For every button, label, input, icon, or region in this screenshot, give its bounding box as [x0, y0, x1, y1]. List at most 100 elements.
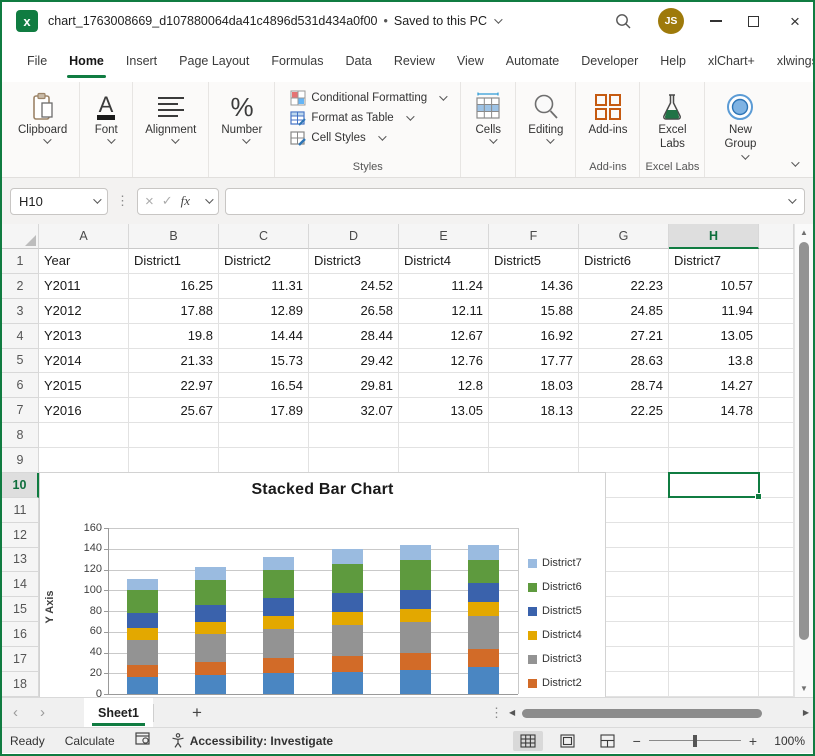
sheet-tab-active[interactable]: Sheet1	[84, 698, 153, 727]
cell-partial[interactable]	[759, 398, 794, 423]
tab-xlwings[interactable]: xlwings	[766, 40, 815, 82]
saved-status[interactable]: Saved to this PC	[394, 14, 487, 28]
cell[interactable]: 14.36	[489, 274, 579, 299]
row-header-6[interactable]: 6	[2, 373, 39, 398]
bar-segment-District3[interactable]	[400, 622, 431, 653]
cell[interactable]	[129, 448, 219, 473]
chart-y-axis-label[interactable]: Y Axis	[44, 542, 56, 672]
cell[interactable]	[669, 622, 759, 647]
cell-partial[interactable]	[759, 473, 794, 498]
cell-partial[interactable]	[759, 448, 794, 473]
row-header-7[interactable]: 7	[2, 398, 39, 423]
cell[interactable]: District7	[669, 249, 759, 274]
cell[interactable]	[39, 423, 129, 448]
cell[interactable]: 18.13	[489, 398, 579, 423]
cell[interactable]: 28.63	[579, 349, 669, 374]
bar-segment-District4[interactable]	[468, 602, 499, 616]
bar-segment-District6[interactable]	[195, 580, 226, 606]
cell[interactable]: 16.92	[489, 324, 579, 349]
cell[interactable]: 28.74	[579, 373, 669, 398]
expand-formula-bar-icon[interactable]	[788, 195, 796, 203]
cell[interactable]: 12.8	[399, 373, 489, 398]
cell[interactable]: 11.94	[669, 299, 759, 324]
zoom-slider-thumb[interactable]	[693, 735, 697, 747]
zoom-out-icon[interactable]: −	[633, 733, 641, 749]
bar-segment-District5[interactable]	[263, 598, 294, 616]
zoom-in-icon[interactable]: +	[749, 733, 757, 749]
cell[interactable]: 15.88	[489, 299, 579, 324]
cell[interactable]	[489, 448, 579, 473]
cell-partial[interactable]	[759, 523, 794, 548]
tab-help[interactable]: Help	[649, 40, 697, 82]
bar-segment-District7[interactable]	[332, 549, 363, 563]
fill-handle[interactable]	[755, 493, 762, 500]
legend-entry-District5[interactable]: District5	[528, 604, 582, 618]
cell[interactable]: 13.8	[669, 349, 759, 374]
bar-segment-District2[interactable]	[263, 658, 294, 673]
column-header-B[interactable]: B	[129, 224, 219, 249]
bar-segment-District7[interactable]	[400, 545, 431, 560]
cell[interactable]: District6	[579, 249, 669, 274]
column-header-partial[interactable]	[759, 224, 794, 249]
cell-partial[interactable]	[759, 597, 794, 622]
cell[interactable]: Y2011	[39, 274, 129, 299]
tab-review[interactable]: Review	[383, 40, 446, 82]
bar-segment-District6[interactable]	[127, 590, 158, 613]
column-header-H[interactable]: H	[669, 224, 759, 249]
cell-partial[interactable]	[759, 498, 794, 523]
legend-entry-District6[interactable]: District6	[528, 580, 582, 594]
row-header-17[interactable]: 17	[2, 647, 39, 672]
cell[interactable]: 29.81	[309, 373, 399, 398]
row-header-3[interactable]: 3	[2, 299, 39, 324]
cell[interactable]: 29.42	[309, 349, 399, 374]
cell[interactable]	[669, 572, 759, 597]
enter-icon[interactable]: ✓	[162, 193, 173, 209]
new-group-button[interactable]: New Group	[709, 88, 771, 162]
scroll-right-icon[interactable]: ▶	[803, 708, 809, 717]
cell[interactable]: 22.23	[579, 274, 669, 299]
bar-segment-District5[interactable]	[195, 605, 226, 621]
number-button[interactable]: % Number	[213, 88, 270, 146]
cell-partial[interactable]	[759, 324, 794, 349]
column-header-C[interactable]: C	[219, 224, 309, 249]
cell[interactable]	[219, 448, 309, 473]
bar-segment-District2[interactable]	[332, 656, 363, 672]
stacked-bar-chart[interactable]: Stacked Bar Chart Y Axis 020406080100120…	[39, 472, 606, 697]
cell[interactable]: 24.85	[579, 299, 669, 324]
cell[interactable]: 17.77	[489, 349, 579, 374]
formula-input[interactable]	[225, 188, 805, 215]
cell[interactable]: 24.52	[309, 274, 399, 299]
column-header-E[interactable]: E	[399, 224, 489, 249]
row-header-4[interactable]: 4	[2, 324, 39, 349]
cell[interactable]: 32.07	[309, 398, 399, 423]
cell[interactable]: 13.05	[669, 324, 759, 349]
zoom-slider[interactable]: − +	[633, 733, 757, 749]
bar-segment-District1[interactable]	[127, 677, 158, 694]
cell[interactable]	[219, 423, 309, 448]
cell[interactable]: 18.03	[489, 373, 579, 398]
cell-partial[interactable]	[759, 274, 794, 299]
legend-entry-District3[interactable]: District3	[528, 652, 582, 666]
sheet-prev-icon[interactable]: ‹	[2, 704, 29, 721]
cell[interactable]: 21.33	[129, 349, 219, 374]
cell[interactable]: 22.97	[129, 373, 219, 398]
cell[interactable]	[39, 448, 129, 473]
cell[interactable]: 25.67	[129, 398, 219, 423]
macro-record-icon[interactable]	[135, 732, 151, 749]
maximize-button[interactable]	[748, 16, 759, 27]
horizontal-scrollbar[interactable]: ◀ ▶	[509, 707, 809, 719]
bar-segment-District7[interactable]	[468, 545, 499, 560]
bar-segment-District5[interactable]	[468, 583, 499, 602]
bar-segment-District7[interactable]	[195, 567, 226, 579]
bar-segment-District3[interactable]	[195, 634, 226, 662]
format-as-table-button[interactable]: Format as Table	[290, 110, 411, 126]
chart-title[interactable]: Stacked Bar Chart	[40, 481, 605, 499]
cell[interactable]: Y2016	[39, 398, 129, 423]
cells-button[interactable]: Cells	[465, 88, 511, 146]
cell[interactable]	[309, 448, 399, 473]
vertical-scrollbar[interactable]: ▲ ▼	[794, 224, 813, 697]
row-header-10[interactable]: 10	[2, 473, 39, 498]
collapse-ribbon-icon[interactable]	[791, 158, 799, 166]
row-header-9[interactable]: 9	[2, 448, 39, 473]
cell[interactable]	[669, 523, 759, 548]
